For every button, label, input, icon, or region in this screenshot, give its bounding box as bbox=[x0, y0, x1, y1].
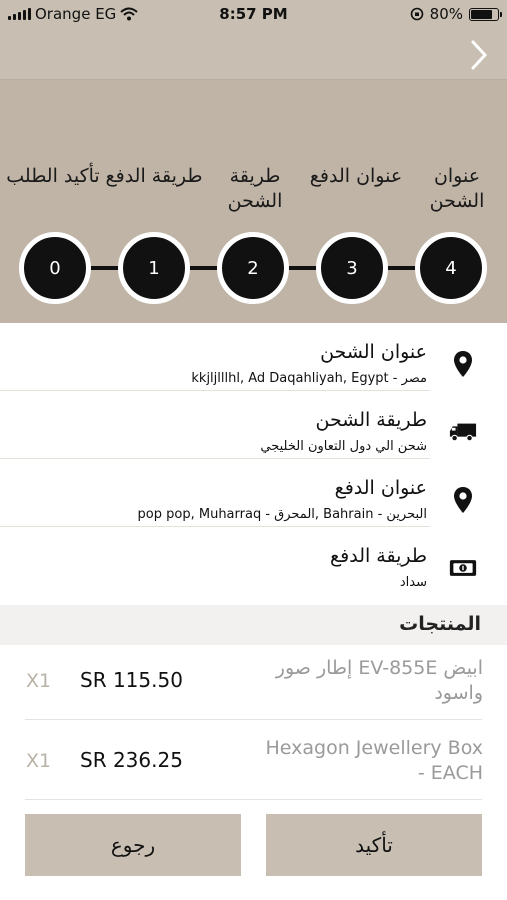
summary-title: طريقة الدفع bbox=[330, 545, 427, 567]
summary-detail: pop pop, Muharraq - المحرق, Bahrain - ال… bbox=[137, 507, 427, 522]
battery-percent: 80% bbox=[429, 5, 463, 23]
battery-group: 80% bbox=[410, 5, 502, 23]
step-label-payment-method: طريقة الدفع bbox=[105, 165, 203, 187]
product-name: Hexagon Jewellery Box - EACH bbox=[265, 737, 483, 784]
step-label-shipping-address: عنوان الشحن bbox=[429, 165, 485, 212]
products-title: المنتجات bbox=[399, 613, 481, 635]
location-pin-icon bbox=[449, 349, 477, 379]
truck-icon bbox=[449, 417, 477, 447]
summary-detail: سداد bbox=[399, 575, 427, 590]
confirm-button[interactable]: تأكيد bbox=[266, 814, 482, 876]
product-row[interactable]: X1 SR 115.50 إطار صور EV-855E ابيض واسود bbox=[0, 640, 507, 720]
product-row[interactable]: X1 SR 236.25 Hexagon Jewellery Box - EAC… bbox=[0, 720, 507, 800]
summary-billing-address: عنوان الدفع pop pop, Muharraq - المحرق, … bbox=[0, 459, 507, 527]
product-price: SR 236.25 bbox=[80, 748, 183, 772]
cash-icon bbox=[449, 553, 477, 583]
summary-detail: شحن الي دول التعاون الخليجي bbox=[260, 439, 427, 454]
step-circle-shipping-address[interactable]: 4 bbox=[415, 232, 487, 304]
product-quantity: X1 bbox=[26, 750, 52, 772]
battery-fill bbox=[471, 9, 492, 19]
step-label-billing-address: عنوان الدفع bbox=[309, 165, 403, 187]
step-circle-order-confirm[interactable]: 0 bbox=[19, 232, 91, 304]
step-label-order-confirm: تأكيد الطلب bbox=[6, 165, 100, 187]
summary-detail: kkjljlllhl, Ad Daqahliyah, Egypt - مصر bbox=[191, 371, 427, 386]
battery-icon bbox=[469, 7, 502, 21]
summary-shipping-address: عنوان الشحن kkjljlllhl, Ad Daqahliyah, E… bbox=[0, 323, 507, 391]
step-circle-shipping-method[interactable]: 2 bbox=[217, 232, 289, 304]
summary-title: طريقة الشحن bbox=[315, 409, 427, 431]
order-summary: عنوان الشحن kkjljlllhl, Ad Daqahliyah, E… bbox=[0, 323, 507, 595]
checkout-stepper: عنوان الشحن عنوان الدفع طريقة الشحن طريق… bbox=[0, 80, 507, 323]
summary-shipping-method: طريقة الشحن شحن الي دول التعاون الخليجي bbox=[0, 391, 507, 459]
status-bar: Orange EG 8:57 PM 80% bbox=[0, 0, 507, 30]
row-divider bbox=[25, 799, 482, 800]
summary-payment-method: طريقة الدفع سداد bbox=[0, 527, 507, 595]
products-header: المنتجات bbox=[0, 605, 507, 645]
chevron-right-icon[interactable] bbox=[465, 38, 493, 72]
step-circle-billing-address[interactable]: 3 bbox=[316, 232, 388, 304]
navigation-bar bbox=[0, 30, 507, 80]
summary-title: عنوان الشحن bbox=[320, 341, 427, 363]
step-circle-payment-method[interactable]: 1 bbox=[118, 232, 190, 304]
step-label-shipping-method: طريقة الشحن bbox=[227, 165, 283, 212]
location-pin-icon bbox=[449, 485, 477, 515]
product-quantity: X1 bbox=[26, 670, 52, 692]
orientation-lock-icon bbox=[410, 7, 423, 21]
summary-title: عنوان الدفع bbox=[334, 477, 427, 499]
product-name: إطار صور EV-855E ابيض واسود bbox=[275, 657, 483, 704]
product-price: SR 115.50 bbox=[80, 668, 183, 692]
back-button[interactable]: رجوع bbox=[25, 814, 241, 876]
